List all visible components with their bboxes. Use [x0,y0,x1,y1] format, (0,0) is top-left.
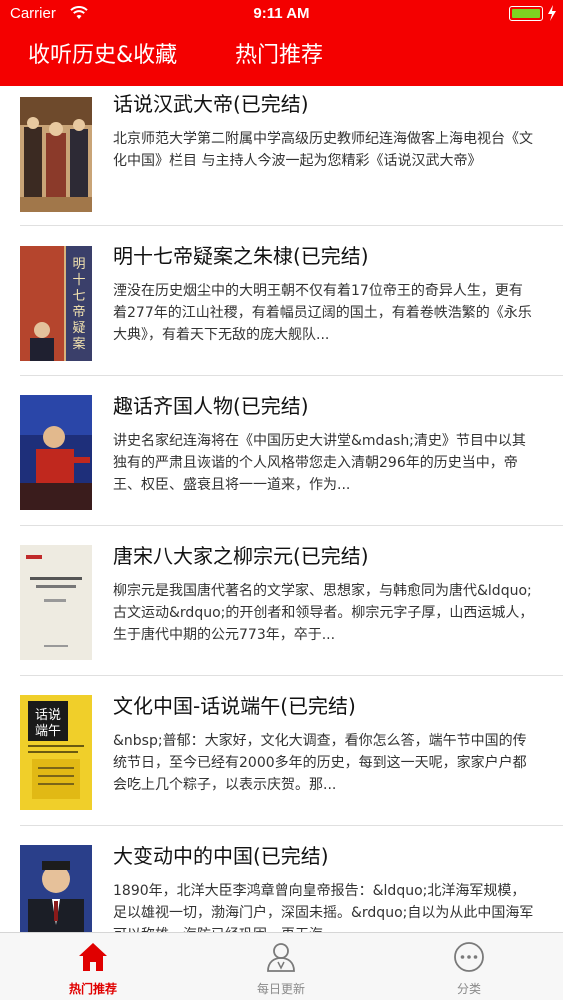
program-item[interactable]: 明 十 七 帝 疑 案 明十七帝疑案之朱棣(已完结) 湮没在历史烟尘中的大明王朝… [0,234,563,384]
program-title: 大变动中的中国(已完结) [113,844,329,868]
tab-category[interactable]: 分类 [419,933,519,1000]
status-bar: Carrier 9:11 AM [0,0,563,28]
program-title: 唐宋八大家之柳宗元(已完结) [113,544,369,568]
tab-hot[interactable]: 热门推荐 [43,933,143,1000]
svg-text:话说: 话说 [35,708,61,723]
divider [20,225,563,226]
program-description: &nbsp;普郁：大家好，文化大调查，看你怎么答，端午节中国的传统节日，至今已经… [113,733,527,793]
program-title: 趣话齐国人物(已完结) [113,394,309,418]
tab-label: 分类 [456,982,481,996]
svg-text:端午: 端午 [35,724,61,739]
tab-label: 每日更新 [256,982,305,996]
program-cover: 明 十 七 帝 疑 案 [20,246,92,361]
program-description: 柳宗元是我国唐代著名的文学家、思想家，与韩愈同为唐代&ldquo;古文运动&rd… [113,583,534,643]
tab-hot-recommend[interactable]: 热门推荐 [235,41,323,71]
divider [20,375,563,376]
divider [20,825,563,826]
program-item[interactable]: 趣话齐国人物(已完结) 讲史名家纪连海将在《中国历史大讲堂&mdash;清史》节… [0,384,563,534]
divider [20,525,563,526]
program-description: 讲史名家纪连海将在《中国历史大讲堂&mdash;清史》节目中以其独有的严肃且诙谐… [113,433,526,493]
program-cover [20,395,92,510]
tab-bar: 热门推荐 每日更新 分类 [0,932,563,1000]
program-cover [20,97,92,212]
program-title: 文化中国-话说端午(已完结) [113,694,356,718]
svg-text:明: 明 [72,257,85,272]
program-item[interactable]: 大变动中的中国(已完结) 1890年，北洋大臣李鸿章曾向皇帝报告：&ldquo;… [0,834,563,932]
program-item[interactable]: 话说 端午 文化中国-话说端午(已完结) &nbsp;普郁：大家好，文化大调查，… [0,684,563,834]
divider [20,675,563,676]
program-description: 湮没在历史烟尘中的大明王朝不仅有着17位帝王的奇异人生，更有着277年的江山社稷… [113,283,532,343]
svg-text:案: 案 [72,337,85,352]
program-item[interactable]: 话说汉武大帝(已完结) 北京师范大学第二附属中学高级历史教师纪连海做客上海电视台… [0,86,563,234]
clock: 9:11 AM [253,5,310,22]
program-list[interactable]: 话说汉武大帝(已完结) 北京师范大学第二附属中学高级历史教师纪连海做客上海电视台… [0,86,563,932]
home-icon [79,943,107,971]
tab-daily[interactable]: 每日更新 [231,933,331,1000]
svg-text:帝: 帝 [72,304,85,320]
program-description: 北京师范大学第二附属中学高级历史教师纪连海做客上海电视台《文化中国》栏目 与主持… [113,131,533,169]
more-icon [454,942,484,972]
program-cover: 话说 端午 [20,695,92,810]
battery-icon [509,6,543,21]
svg-text:十: 十 [72,273,85,288]
program-cover [20,545,92,660]
program-description: 1890年，北洋大臣李鸿章曾向皇帝报告：&ldquo;北洋海军规模，足以雄视一切… [113,883,534,932]
person-icon [267,943,295,972]
svg-text:七: 七 [72,289,85,304]
program-title: 话说汉武大帝(已完结) [113,92,309,116]
charging-icon [548,5,556,21]
top-nav: 收听历史&收藏 热门推荐 [0,28,563,86]
program-item[interactable]: 唐宋八大家之柳宗元(已完结) 柳宗元是我国唐代著名的文学家、思想家，与韩愈同为唐… [0,534,563,684]
program-title: 明十七帝疑案之朱棣(已完结) [113,244,369,268]
tab-history-favorites[interactable]: 收听历史&收藏 [28,41,177,71]
svg-text:疑: 疑 [72,320,85,336]
tab-label: 热门推荐 [68,982,117,996]
program-cover [20,845,92,932]
